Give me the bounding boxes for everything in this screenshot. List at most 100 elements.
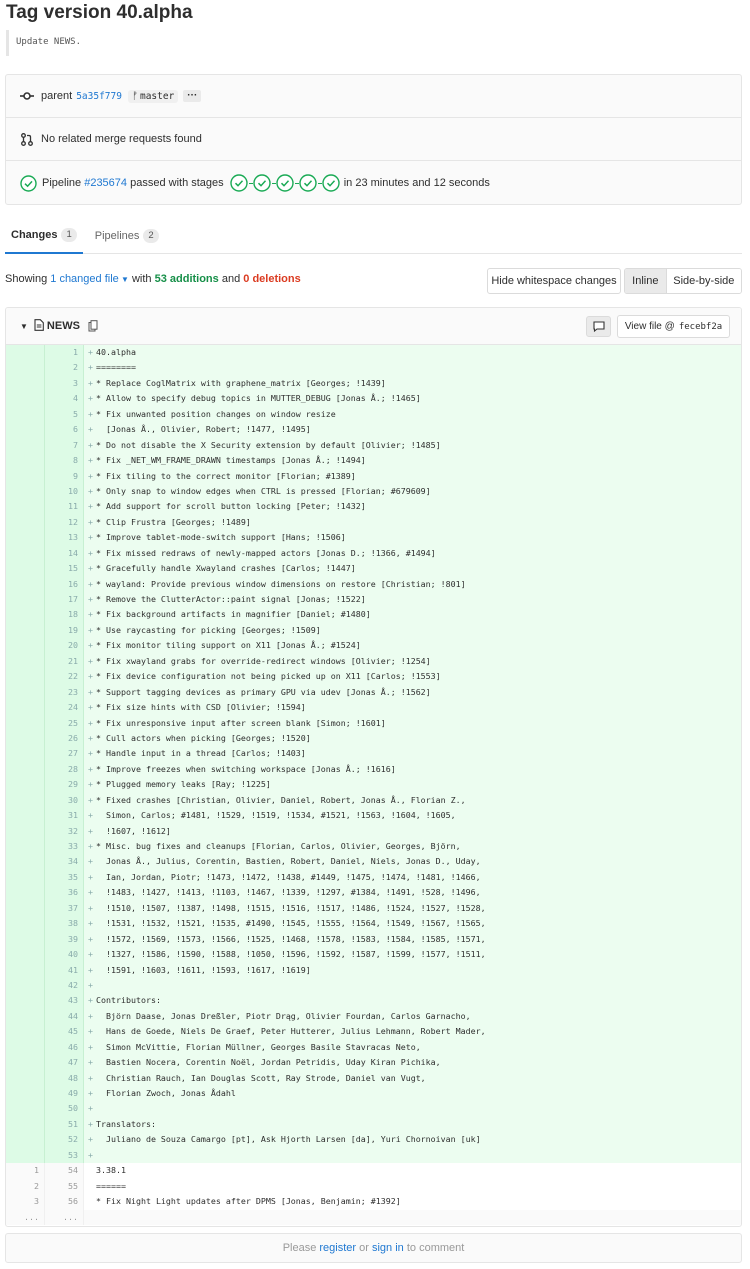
- old-line-number[interactable]: [6, 391, 45, 407]
- old-line-number[interactable]: [6, 530, 45, 546]
- old-line-number[interactable]: 1: [6, 1163, 45, 1179]
- old-line-number[interactable]: [6, 561, 45, 577]
- new-line-number[interactable]: 9: [45, 468, 84, 484]
- new-line-number[interactable]: 51: [45, 1116, 84, 1133]
- pipeline-link[interactable]: #235674: [84, 177, 127, 189]
- old-line-number[interactable]: 2: [6, 1178, 45, 1195]
- new-line-number[interactable]: 30: [45, 792, 84, 809]
- old-line-number[interactable]: [6, 715, 45, 731]
- old-line-number[interactable]: [6, 1008, 45, 1025]
- old-line-number[interactable]: [6, 1132, 45, 1148]
- old-line-number[interactable]: [6, 1055, 45, 1071]
- new-line-number[interactable]: ...: [45, 1209, 84, 1225]
- old-line-number[interactable]: [6, 947, 45, 963]
- new-line-number[interactable]: 16: [45, 576, 84, 592]
- new-line-number[interactable]: 36: [45, 885, 84, 901]
- new-line-number[interactable]: 27: [45, 746, 84, 762]
- old-line-number[interactable]: [6, 869, 45, 886]
- old-line-number[interactable]: [6, 777, 45, 793]
- old-line-number[interactable]: [6, 453, 45, 469]
- tab-changes[interactable]: Changes 1: [5, 218, 83, 254]
- old-line-number[interactable]: ...: [6, 1209, 45, 1225]
- new-line-number[interactable]: 21: [45, 653, 84, 670]
- new-line-number[interactable]: 52: [45, 1132, 84, 1148]
- new-line-number[interactable]: 23: [45, 684, 84, 701]
- old-line-number[interactable]: [6, 684, 45, 701]
- old-line-number[interactable]: [6, 1024, 45, 1040]
- old-line-number[interactable]: [6, 499, 45, 515]
- new-line-number[interactable]: 18: [45, 607, 84, 623]
- old-line-number[interactable]: [6, 483, 45, 500]
- inline-view-button[interactable]: Inline: [625, 269, 667, 293]
- new-line-number[interactable]: 33: [45, 839, 84, 855]
- new-line-number[interactable]: 53: [45, 1147, 84, 1164]
- new-line-number[interactable]: 40: [45, 947, 84, 963]
- new-line-number[interactable]: 6: [45, 422, 84, 438]
- new-line-number[interactable]: 41: [45, 962, 84, 978]
- new-line-number[interactable]: 50: [45, 1101, 84, 1117]
- old-line-number[interactable]: [6, 360, 45, 376]
- old-line-number[interactable]: [6, 638, 45, 654]
- old-line-number[interactable]: [6, 607, 45, 623]
- copy-path-icon[interactable]: [88, 320, 98, 332]
- new-line-number[interactable]: 32: [45, 823, 84, 839]
- new-line-number[interactable]: 13: [45, 530, 84, 546]
- new-line-number[interactable]: 8: [45, 453, 84, 469]
- old-line-number[interactable]: [6, 514, 45, 531]
- old-line-number[interactable]: [6, 746, 45, 762]
- old-line-number[interactable]: [6, 730, 45, 747]
- new-line-number[interactable]: 24: [45, 700, 84, 716]
- new-line-number[interactable]: 48: [45, 1070, 84, 1086]
- old-line-number[interactable]: [6, 700, 45, 716]
- new-line-number[interactable]: 2: [45, 360, 84, 376]
- old-line-number[interactable]: [6, 916, 45, 932]
- new-line-number[interactable]: 5: [45, 406, 84, 423]
- new-line-number[interactable]: 29: [45, 777, 84, 793]
- old-line-number[interactable]: [6, 1086, 45, 1102]
- new-line-number[interactable]: 49: [45, 1086, 84, 1102]
- new-line-number[interactable]: 45: [45, 1024, 84, 1040]
- new-line-number[interactable]: 20: [45, 638, 84, 654]
- new-line-number[interactable]: 26: [45, 730, 84, 747]
- old-line-number[interactable]: [6, 406, 45, 423]
- new-line-number[interactable]: 39: [45, 931, 84, 948]
- new-line-number[interactable]: 43: [45, 993, 84, 1009]
- old-line-number[interactable]: [6, 854, 45, 870]
- new-line-number[interactable]: 46: [45, 1039, 84, 1056]
- stage-success-icon[interactable]: [322, 174, 341, 193]
- old-line-number[interactable]: [6, 962, 45, 978]
- new-line-number[interactable]: 19: [45, 622, 84, 639]
- old-line-number[interactable]: [6, 345, 45, 361]
- register-link[interactable]: register: [319, 1242, 356, 1254]
- view-file-button[interactable]: View file @ fecebf2a: [617, 315, 730, 338]
- old-line-number[interactable]: [6, 900, 45, 917]
- new-line-number[interactable]: 11: [45, 499, 84, 515]
- new-line-number[interactable]: 55: [45, 1178, 84, 1195]
- old-line-number[interactable]: [6, 1039, 45, 1056]
- more-branches-button[interactable]: ···: [183, 90, 202, 102]
- new-line-number[interactable]: 4: [45, 391, 84, 407]
- old-line-number[interactable]: [6, 761, 45, 778]
- new-line-number[interactable]: 42: [45, 977, 84, 994]
- new-line-number[interactable]: 38: [45, 916, 84, 932]
- changed-files-dropdown[interactable]: 1 changed file ▼: [50, 273, 129, 285]
- old-line-number[interactable]: [6, 653, 45, 670]
- new-line-number[interactable]: 31: [45, 808, 84, 824]
- new-line-number[interactable]: 47: [45, 1055, 84, 1071]
- stage-success-icon[interactable]: [276, 174, 295, 193]
- parent-sha-link[interactable]: 5a35f779: [76, 91, 122, 102]
- old-line-number[interactable]: [6, 885, 45, 901]
- stage-success-icon[interactable]: [253, 174, 272, 193]
- diff-expand-row[interactable]: ......: [6, 1209, 741, 1225]
- stage-success-icon[interactable]: [230, 174, 249, 193]
- old-line-number[interactable]: [6, 375, 45, 392]
- old-line-number[interactable]: [6, 468, 45, 484]
- new-line-number[interactable]: 34: [45, 854, 84, 870]
- old-line-number[interactable]: [6, 993, 45, 1009]
- hide-whitespace-button[interactable]: Hide whitespace changes: [487, 268, 621, 294]
- new-line-number[interactable]: 17: [45, 592, 84, 608]
- old-line-number[interactable]: [6, 437, 45, 454]
- branch-badge[interactable]: ᚠ master: [127, 89, 179, 103]
- old-line-number[interactable]: [6, 1116, 45, 1133]
- new-line-number[interactable]: 22: [45, 669, 84, 685]
